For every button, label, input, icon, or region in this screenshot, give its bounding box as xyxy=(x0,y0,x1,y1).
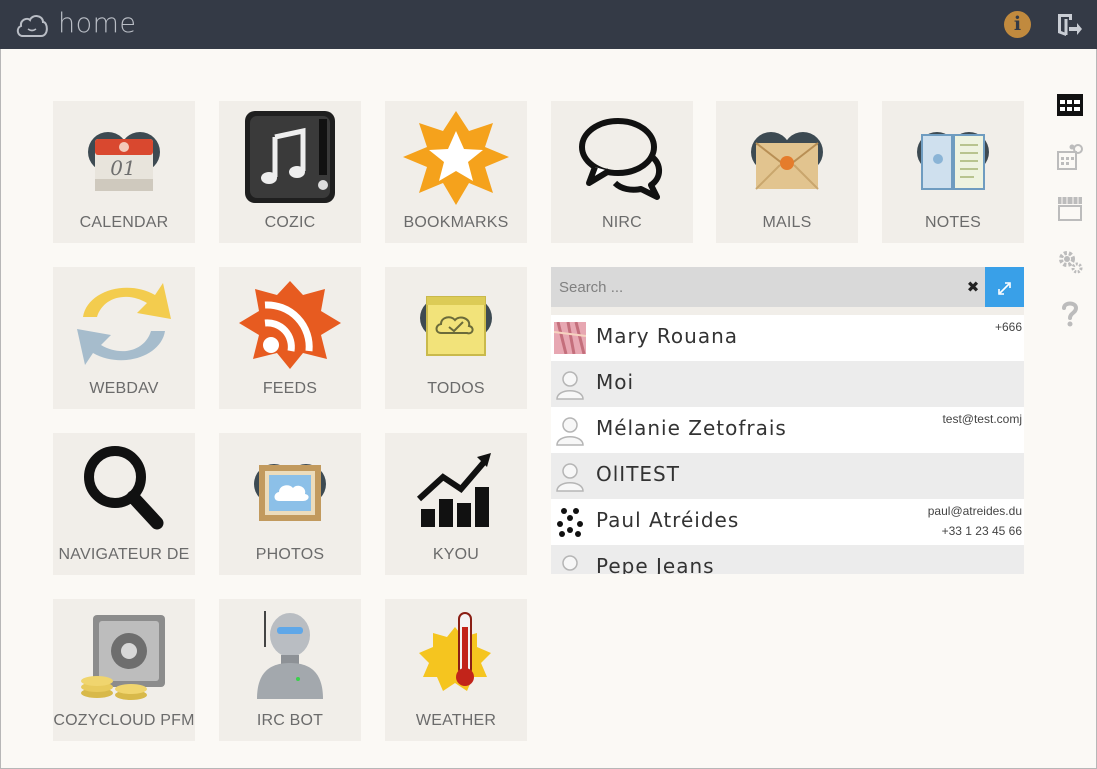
contact-name: Pepe Jeans xyxy=(596,554,715,574)
app-tile-weather[interactable]: WEATHER xyxy=(385,599,527,741)
clear-search-icon[interactable]: ✖ xyxy=(965,277,981,297)
default-avatar-icon xyxy=(556,417,584,446)
app-label-notes: NOTES xyxy=(924,214,982,231)
app-label-photos: PHOTOS xyxy=(255,546,325,563)
settings-icon[interactable] xyxy=(1056,248,1084,276)
app-tile-calendar[interactable]: 01 CALENDAR xyxy=(53,101,195,243)
music-note-icon xyxy=(245,111,335,203)
app-tile-kyou[interactable]: KYOU xyxy=(385,433,527,575)
contacts-widget: ✖ Mary Rouana +666 Moi xyxy=(551,267,1024,574)
contact-row[interactable]: Moi xyxy=(551,361,1024,407)
page-title: home xyxy=(58,8,137,39)
app-label-nirc: NIRC xyxy=(602,214,642,231)
safe-coins-icon xyxy=(81,615,165,700)
marketplace-icon[interactable] xyxy=(1056,195,1084,223)
expand-icon[interactable] xyxy=(985,267,1024,307)
contact-email: test@test.comj xyxy=(942,412,1022,426)
contacts-search-bar: ✖ xyxy=(551,267,985,307)
contact-phone: +33 1 23 45 66 xyxy=(941,524,1022,538)
contact-name: Mélanie Zetofrais xyxy=(596,416,787,440)
contact-list: Mary Rouana +666 Moi Mélanie Zetofrais t… xyxy=(551,315,1024,574)
app-label-irc-bot: IRC BOT xyxy=(256,712,324,729)
app-label-cozycloud-pfm: COZYCLOUD PFM xyxy=(53,712,195,729)
contact-name: Moi xyxy=(596,370,635,394)
apps-grid-icon[interactable] xyxy=(1056,91,1084,119)
app-tile-cozycloud-pfm[interactable]: COZYCLOUD PFM xyxy=(53,599,195,741)
contact-name: OlITEST xyxy=(596,462,680,486)
contact-photo xyxy=(554,322,586,354)
star-bookmark-icon xyxy=(403,111,509,205)
photo-frame-icon xyxy=(254,464,326,521)
app-tile-notes[interactable]: NOTES xyxy=(882,101,1024,243)
growth-chart-icon xyxy=(416,453,491,527)
app-tile-mails[interactable]: MAILS xyxy=(716,101,858,243)
contacts-search-input[interactable] xyxy=(551,267,961,307)
magnifier-icon xyxy=(84,446,164,530)
app-label-webdav: WEBDAV xyxy=(89,380,159,397)
chat-bubbles-icon xyxy=(579,118,662,200)
app-tile-nirc[interactable]: NIRC xyxy=(551,101,693,243)
top-bar: home i xyxy=(0,0,1097,49)
app-tile-photos[interactable]: PHOTOS xyxy=(219,433,361,575)
contact-name: Mary Rouana xyxy=(596,324,739,348)
notebook-icon xyxy=(917,132,989,190)
app-tile-feeds[interactable]: FEEDS xyxy=(219,267,361,409)
sync-arrows-icon xyxy=(77,283,171,365)
app-label-calendar: CALENDAR xyxy=(79,214,169,231)
app-tile-cozic[interactable]: COZIC xyxy=(219,101,361,243)
app-config-icon[interactable] xyxy=(1056,143,1084,171)
contact-row[interactable]: Mary Rouana +666 xyxy=(551,315,1024,361)
robot-icon xyxy=(257,611,323,699)
calendar-icon: 01 xyxy=(88,132,160,191)
default-avatar-icon xyxy=(562,555,578,571)
contact-row[interactable]: Pepe Jeans xyxy=(551,545,1024,574)
todo-note-icon xyxy=(420,296,492,356)
app-tile-webdav[interactable]: WEBDAV xyxy=(53,267,195,409)
cozy-cloud-icon[interactable] xyxy=(15,11,49,39)
contact-name: Paul Atréides xyxy=(596,508,740,532)
app-label-mails: MAILS xyxy=(762,214,812,231)
contact-row[interactable]: OlITEST xyxy=(551,453,1024,499)
info-icon[interactable]: i xyxy=(1004,11,1031,38)
app-label-cozic: COZIC xyxy=(264,214,316,231)
app-label-feeds: FEEDS xyxy=(262,380,318,397)
default-avatar-icon xyxy=(556,463,584,492)
contact-phone: +666 xyxy=(994,320,1022,334)
contact-photo xyxy=(554,506,586,538)
contact-row[interactable]: Paul Atréides paul@atreides.du +33 1 23 … xyxy=(551,499,1024,545)
app-tile-irc-bot[interactable]: IRC BOT xyxy=(219,599,361,741)
app-label-bookmarks: BOOKMARKS xyxy=(403,214,509,231)
svg-text:01: 01 xyxy=(110,156,135,180)
app-label-kyou: KYOU xyxy=(432,546,480,563)
app-label-navigateur: NAVIGATEUR DE xyxy=(58,546,190,563)
app-tile-navigateur[interactable]: NAVIGATEUR DE xyxy=(53,433,195,575)
envelope-icon xyxy=(751,132,823,190)
rss-feed-icon xyxy=(239,281,341,369)
app-tile-bookmarks[interactable]: BOOKMARKS xyxy=(385,101,527,243)
app-label-todos: TODOS xyxy=(427,380,485,397)
contact-email: paul@atreides.du xyxy=(927,504,1022,518)
contact-row[interactable]: Mélanie Zetofrais test@test.comj xyxy=(551,407,1024,453)
sun-thermometer-icon xyxy=(419,612,491,691)
help-icon[interactable] xyxy=(1056,299,1084,327)
app-label-weather: WEATHER xyxy=(415,712,497,729)
default-avatar-icon xyxy=(556,371,584,400)
app-tile-todos[interactable]: TODOS xyxy=(385,267,527,409)
logout-icon[interactable] xyxy=(1055,11,1083,39)
